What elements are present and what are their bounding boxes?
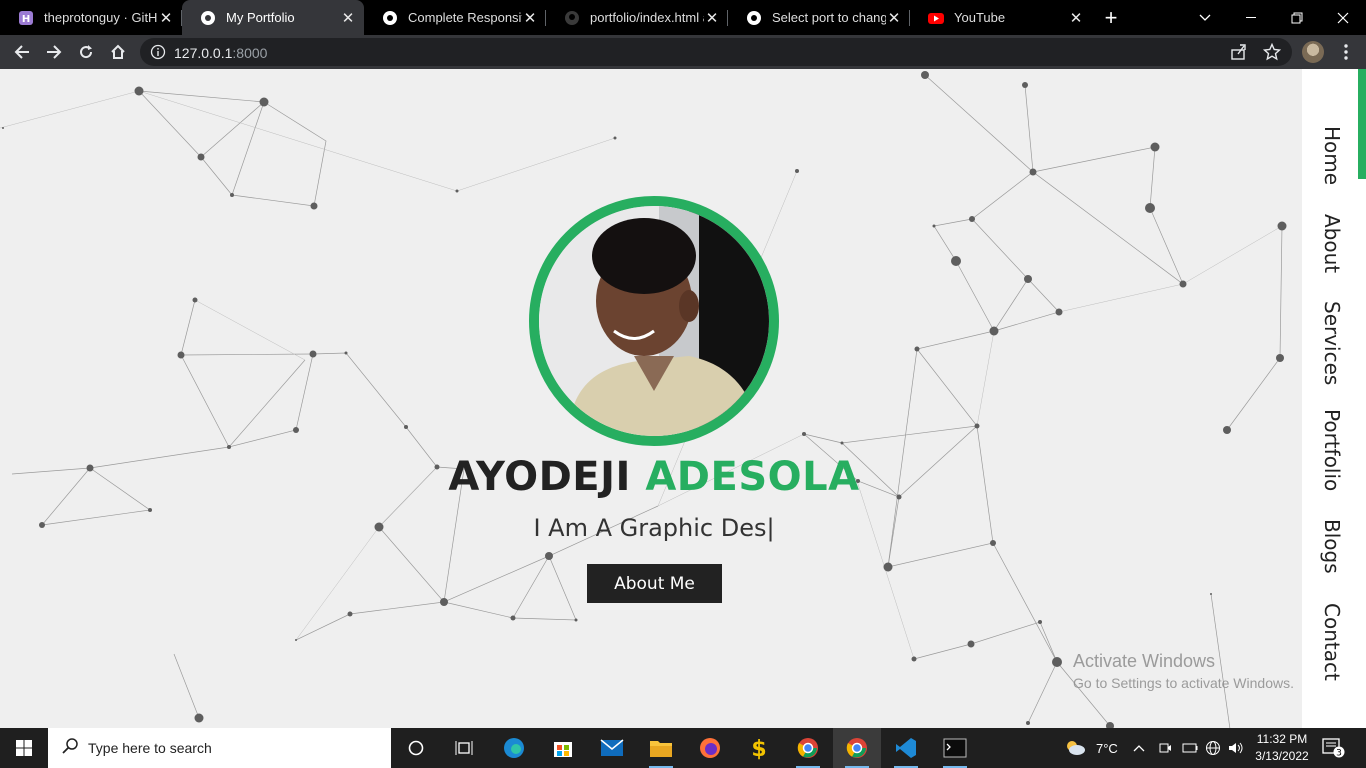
profile-avatar[interactable]: [1302, 41, 1324, 63]
tab-title: My Portfolio: [226, 10, 295, 25]
github-icon: [564, 10, 580, 26]
nav-home[interactable]: Home: [1320, 126, 1344, 185]
tab-title: YouTube: [954, 10, 1006, 25]
search-icon: [62, 737, 78, 759]
network-globe-icon[interactable]: [1205, 728, 1221, 768]
meet-now-icon[interactable]: [1158, 728, 1172, 768]
tab-title: portfolio/index.html a: [590, 10, 704, 25]
cloud-icon: [1064, 738, 1086, 759]
file-explorer-icon[interactable]: [637, 728, 685, 768]
battery-icon[interactable]: [1182, 728, 1198, 768]
page-scrollbar-thumb[interactable]: [1358, 69, 1366, 179]
globe-icon: [200, 10, 216, 26]
svg-text:$: $: [751, 737, 766, 760]
last-name: ADESOLA: [645, 454, 860, 500]
info-icon[interactable]: [150, 44, 166, 65]
cortana-icon[interactable]: [392, 728, 440, 768]
new-tab-button[interactable]: +: [1092, 0, 1130, 35]
edge-icon[interactable]: [490, 728, 538, 768]
volume-icon[interactable]: [1228, 728, 1244, 768]
notification-center-icon[interactable]: 3: [1322, 738, 1346, 763]
share-icon[interactable]: [1230, 43, 1248, 66]
chrome-profile-icon[interactable]: [784, 728, 832, 768]
back-button[interactable]: [6, 35, 38, 69]
forward-button[interactable]: [38, 35, 70, 69]
reload-button[interactable]: [70, 35, 102, 69]
close-icon[interactable]: ✕: [340, 9, 356, 27]
hero-name: AYODEJI ADESOLA: [0, 454, 1308, 500]
minimize-button[interactable]: [1228, 0, 1274, 35]
url-text: 127.0.0.1:8000: [174, 45, 268, 61]
money-app-icon[interactable]: $: [735, 728, 783, 768]
tab-title: Select port to change: [772, 10, 886, 25]
tab-portfolio-index[interactable]: portfolio/index.html a ✕: [546, 0, 728, 35]
nav-blogs[interactable]: Blogs: [1320, 519, 1344, 574]
terminal-icon[interactable]: [931, 728, 979, 768]
portfolio-page: AYODEJI ADESOLA I Am A Graphic Des| Abou…: [0, 69, 1366, 728]
notification-count: 3: [1336, 749, 1342, 759]
activate-windows-watermark: Activate Windows Go to Settings to activ…: [1073, 651, 1294, 691]
address-bar[interactable]: 127.0.0.1:8000: [140, 38, 1292, 66]
profile-photo: [529, 196, 779, 446]
mail-icon[interactable]: [588, 728, 636, 768]
about-me-button[interactable]: About Me: [587, 564, 722, 603]
first-name: AYODEJI: [448, 454, 631, 500]
tab-search-chevron-icon[interactable]: [1182, 0, 1228, 35]
tab-complete-responsive[interactable]: Complete Responsive ✕: [364, 0, 546, 35]
browser-toolbar: 127.0.0.1:8000: [0, 35, 1366, 69]
tab-select-port[interactable]: Select port to change ✕: [728, 0, 910, 35]
taskbar-search-input[interactable]: Type here to search: [48, 728, 391, 768]
windows-start-icon[interactable]: [0, 728, 48, 768]
show-hidden-icons-chevron-icon[interactable]: [1133, 728, 1145, 768]
globe-icon: [382, 10, 398, 26]
close-icon[interactable]: ✕: [704, 9, 720, 27]
close-icon[interactable]: ✕: [1068, 9, 1084, 27]
store-icon[interactable]: [539, 728, 587, 768]
nav-about[interactable]: About: [1320, 214, 1344, 273]
windows-taskbar: Type here to search $ 7°C 11:32 PM 3/13/…: [0, 728, 1366, 768]
browser-tab-strip: H theprotonguy · GitHub ✕ My Portfolio ✕…: [0, 0, 1366, 35]
nav-portfolio[interactable]: Portfolio: [1320, 409, 1344, 491]
bookmark-star-icon[interactable]: [1262, 42, 1282, 66]
globe-icon: [746, 10, 762, 26]
firefox-icon[interactable]: [686, 728, 734, 768]
svg-text:H: H: [22, 14, 30, 25]
tab-github[interactable]: H theprotonguy · GitHub ✕: [0, 0, 182, 35]
nav-services[interactable]: Services: [1320, 301, 1344, 385]
tab-title: Complete Responsive: [408, 10, 522, 25]
nav-contact[interactable]: Contact: [1320, 603, 1344, 681]
menu-dots-icon[interactable]: [1334, 35, 1358, 69]
heroku-icon: H: [18, 10, 34, 26]
close-window-button[interactable]: [1320, 0, 1366, 35]
restore-button[interactable]: [1274, 0, 1320, 35]
vscode-icon[interactable]: [882, 728, 930, 768]
youtube-icon: [928, 10, 944, 26]
task-view-icon[interactable]: [440, 728, 488, 768]
close-icon[interactable]: ✕: [158, 9, 174, 27]
weather-widget[interactable]: 7°C: [1064, 728, 1118, 768]
system-clock[interactable]: 11:32 PM 3/13/2022: [1252, 731, 1312, 765]
tab-youtube[interactable]: YouTube ✕: [910, 0, 1092, 35]
chrome-icon[interactable]: [833, 728, 881, 768]
home-button[interactable]: [102, 35, 134, 69]
close-icon[interactable]: ✕: [886, 9, 902, 27]
tab-title: theprotonguy · GitHub: [44, 10, 158, 25]
tab-my-portfolio[interactable]: My Portfolio ✕: [182, 0, 364, 35]
side-navigation: Home About Services Portfolio Blogs Cont…: [1302, 69, 1366, 728]
typed-tagline: I Am A Graphic Des|: [533, 514, 775, 542]
close-icon[interactable]: ✕: [522, 9, 538, 27]
